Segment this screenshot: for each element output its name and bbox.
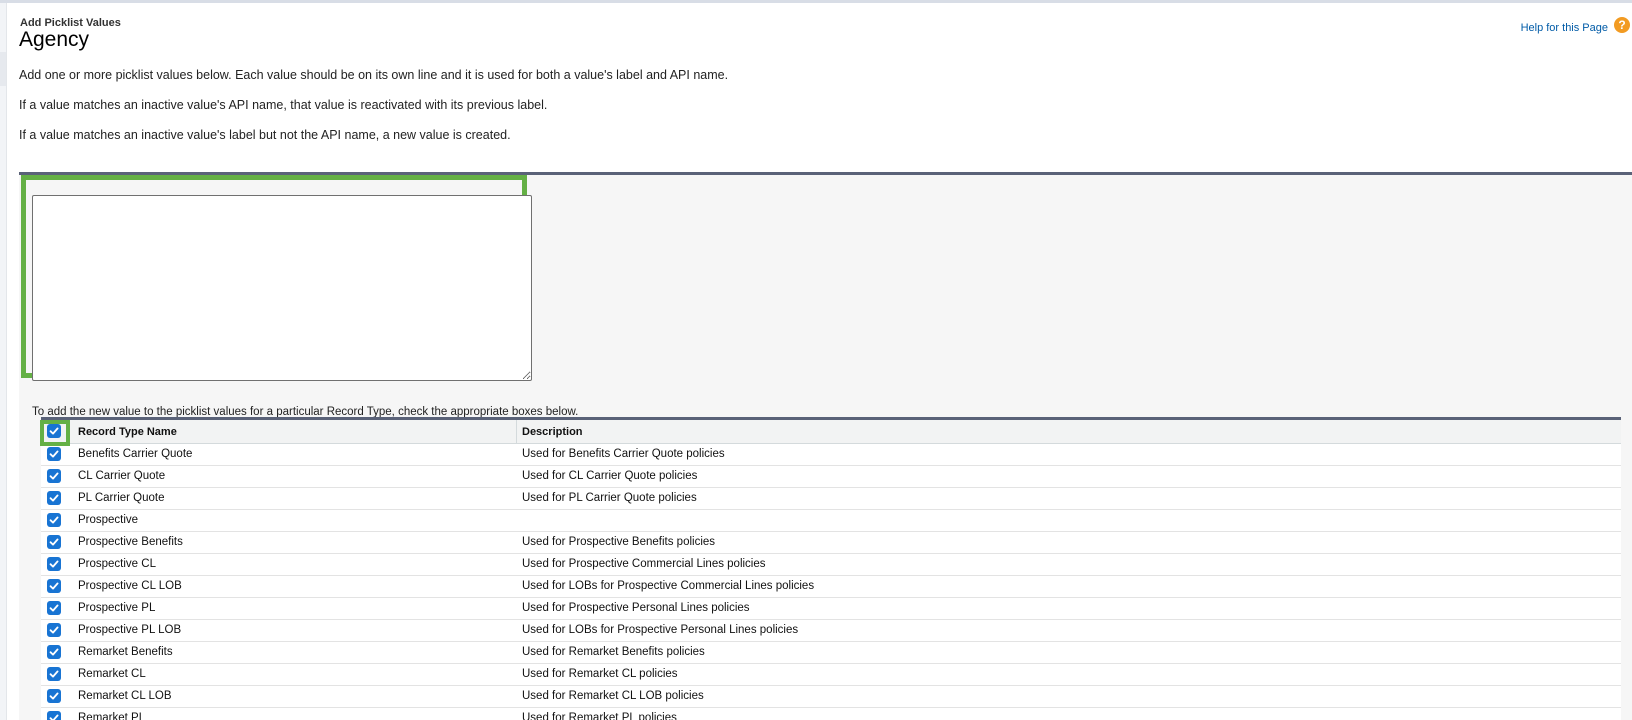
checkmark-icon (49, 494, 59, 502)
record-type-name: Prospective PL LOB (78, 624, 182, 636)
record-type-name: Prospective CL LOB (78, 580, 182, 592)
table-row: Remarket PL Used for Remarket PL policies (41, 708, 1621, 720)
table-row: Prospective PL LOB Used for LOBs for Pros… (41, 620, 1621, 642)
record-type-name: Remarket CL (78, 668, 146, 680)
table-row: CL Carrier Quote Used for CL Carrier Quot… (41, 466, 1621, 488)
record-type-description: Used for Remarket CL LOB policies (522, 690, 704, 702)
row-checkbox[interactable] (47, 711, 61, 720)
checkmark-icon (49, 626, 59, 634)
left-gutter (0, 3, 7, 720)
row-checkbox[interactable] (47, 601, 61, 615)
record-type-name: Benefits Carrier Quote (78, 448, 193, 460)
row-checkbox[interactable] (47, 667, 61, 681)
table-row: Remarket CL Used for Remarket CL policies (41, 664, 1621, 686)
checkmark-icon (49, 560, 59, 568)
intro-text-3: If a value matches an inactive value's l… (19, 128, 511, 142)
table-row: Prospective PL Used for Prospective Perso… (41, 598, 1621, 620)
table-row: Benefits Carrier Quote Used for Benefits … (41, 444, 1621, 466)
record-type-name: CL Carrier Quote (78, 470, 166, 482)
header-record-type-name: Record Type Name (78, 426, 177, 438)
checkbox-checked[interactable] (47, 513, 61, 527)
record-type-name: Remarket Benefits (78, 646, 173, 658)
row-checkbox[interactable] (47, 689, 61, 703)
checkmark-icon (49, 538, 59, 546)
table-header: Record Type Name Description (41, 420, 1621, 444)
help-circle-icon[interactable]: ? (1614, 17, 1630, 33)
table-body: Benefits Carrier Quote Used for Benefits … (41, 444, 1621, 720)
checkbox-checked[interactable] (47, 667, 61, 681)
record-type-name: Remarket CL LOB (78, 690, 172, 702)
record-type-description: Used for Prospective Personal Lines poli… (522, 602, 750, 614)
record-type-description: Used for PL Carrier Quote policies (522, 492, 697, 504)
checkmark-icon (49, 450, 59, 458)
row-checkbox[interactable] (47, 623, 61, 637)
table-row: Prospective (41, 510, 1621, 532)
row-checkbox[interactable] (47, 579, 61, 593)
table-row: Prospective Benefits Used for Prospective… (41, 532, 1621, 554)
table-row: Prospective CL LOB Used for LOBs for Pros… (41, 576, 1621, 598)
checkbox-checked[interactable] (47, 535, 61, 549)
record-type-name: PL Carrier Quote (78, 492, 165, 504)
checkbox-checked[interactable] (47, 689, 61, 703)
table-row: Prospective CL Used for Prospective Comme… (41, 554, 1621, 576)
record-type-description: Used for Remarket Benefits policies (522, 646, 705, 658)
record-type-table: Record Type Name Description Benefits Ca… (41, 417, 1621, 720)
record-type-description: Used for LOBs for Prospective Personal L… (522, 624, 799, 636)
record-type-name: Prospective CL (78, 558, 156, 570)
table-row: PL Carrier Quote Used for PL Carrier Quot… (41, 488, 1621, 510)
checkmark-icon (49, 472, 59, 480)
row-checkbox[interactable] (47, 645, 61, 659)
checkbox-checked[interactable] (47, 557, 61, 571)
record-type-description: Used for LOBs for Prospective Commercial… (522, 580, 815, 592)
row-checkbox[interactable] (47, 557, 61, 571)
picklist-values-textarea[interactable] (32, 195, 532, 381)
row-checkbox[interactable] (47, 535, 61, 549)
help-link[interactable]: Help for this Page (1521, 22, 1608, 34)
column-divider (516, 420, 517, 444)
checkmark-icon (49, 714, 59, 720)
intro-text-1: Add one or more picklist values below. E… (19, 68, 729, 82)
checkbox-checked[interactable] (47, 711, 61, 720)
checkmark-icon (49, 427, 59, 435)
header-description: Description (522, 426, 583, 438)
top-rule (0, 0, 1632, 3)
row-checkbox[interactable] (47, 447, 61, 461)
checkbox-checked[interactable] (47, 623, 61, 637)
checkbox-checked[interactable] (47, 491, 61, 505)
checkbox-checked[interactable] (47, 424, 61, 438)
checkmark-icon (49, 582, 59, 590)
record-type-description: Used for Prospective Benefits policies (522, 536, 716, 548)
table-row: Remarket CL LOB Used for Remarket CL LOB … (41, 686, 1621, 708)
record-type-name: Prospective PL (78, 602, 156, 614)
checkbox-checked[interactable] (47, 579, 61, 593)
checkmark-icon (49, 670, 59, 678)
record-type-name: Prospective (78, 514, 139, 526)
record-type-description: Used for Remarket CL policies (522, 668, 678, 680)
record-type-description: Used for Remarket PL policies (522, 712, 677, 720)
checkbox-checked[interactable] (47, 645, 61, 659)
page-title: Agency (19, 28, 90, 51)
checkbox-checked[interactable] (47, 601, 61, 615)
checkmark-icon (49, 692, 59, 700)
checkmark-icon (49, 604, 59, 612)
checkbox-checked[interactable] (47, 447, 61, 461)
row-checkbox[interactable] (47, 491, 61, 505)
left-sidebar-tab[interactable] (0, 52, 6, 86)
row-checkbox[interactable] (47, 513, 61, 527)
checkmark-icon (49, 648, 59, 656)
record-type-description: Used for Benefits Carrier Quote policies (522, 448, 725, 460)
checkmark-icon (49, 516, 59, 524)
intro-text-2: If a value matches an inactive value's A… (19, 98, 548, 112)
record-type-description: Used for CL Carrier Quote policies (522, 470, 698, 482)
record-type-name: Prospective Benefits (78, 536, 183, 548)
record-type-name: Remarket PL (78, 712, 146, 720)
record-type-description: Used for Prospective Commercial Lines po… (522, 558, 766, 570)
select-all-checkbox[interactable] (47, 424, 61, 438)
table-row: Remarket Benefits Used for Remarket Benef… (41, 642, 1621, 664)
checkbox-checked[interactable] (47, 469, 61, 483)
row-checkbox[interactable] (47, 469, 61, 483)
